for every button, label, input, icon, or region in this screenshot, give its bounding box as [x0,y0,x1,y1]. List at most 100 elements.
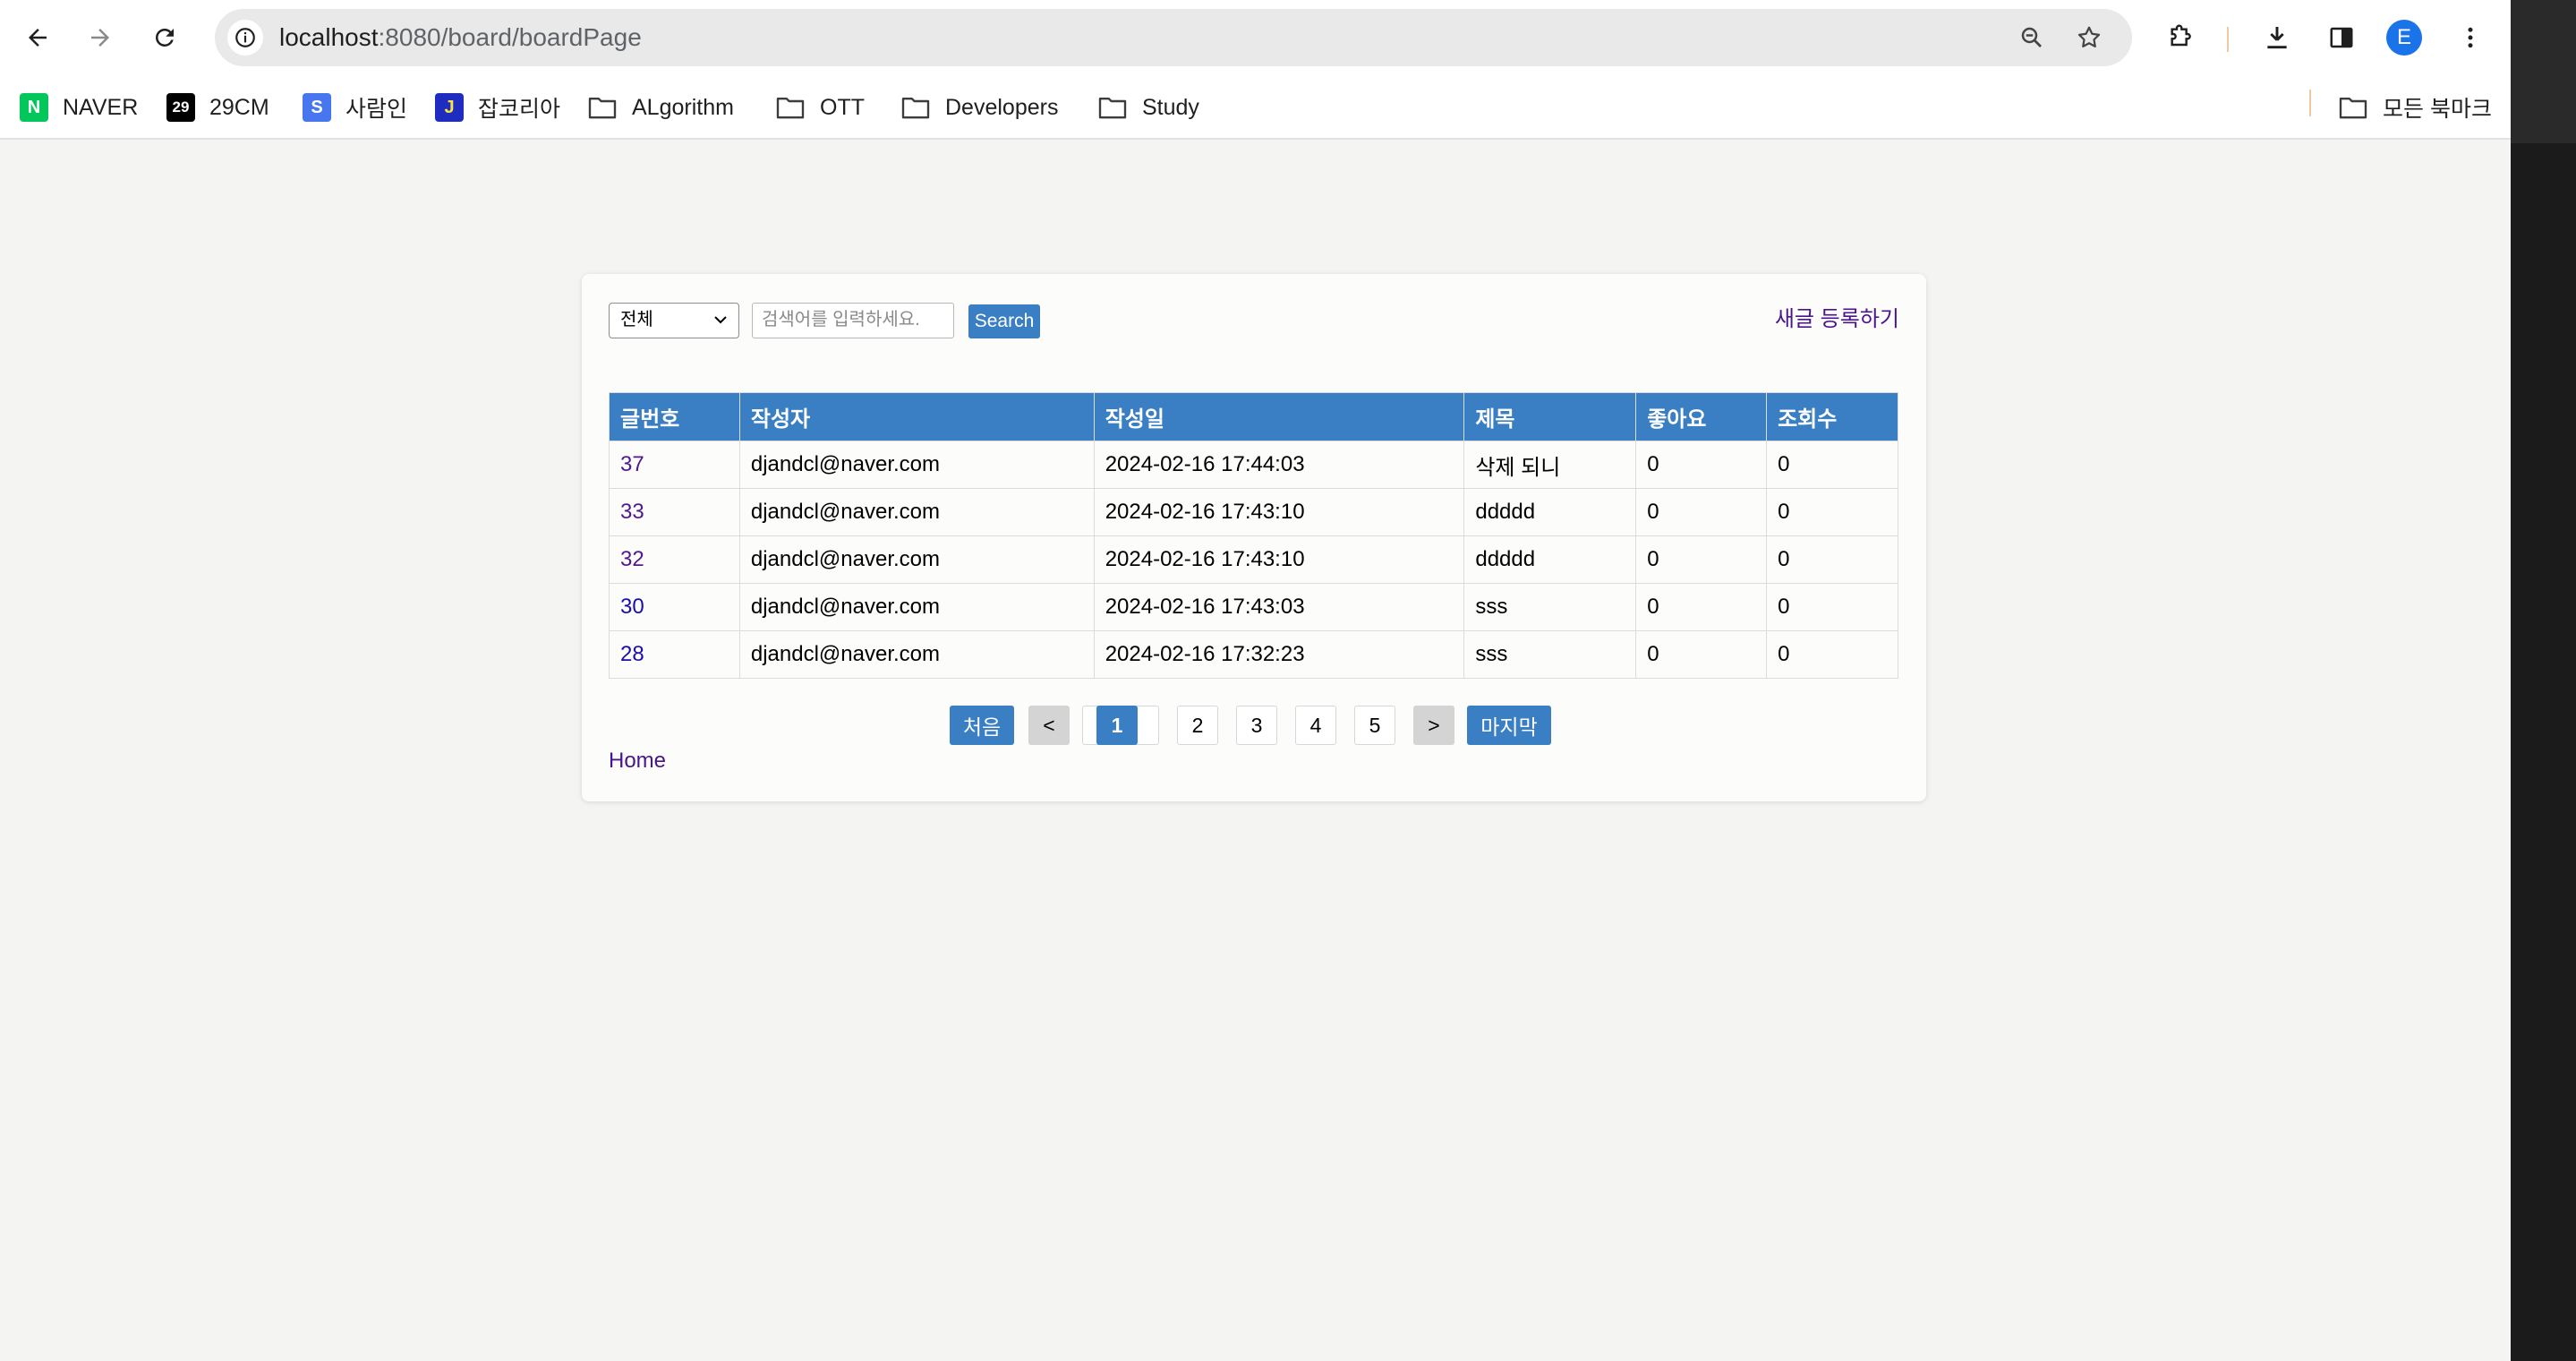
zoom-out-icon [2021,27,2042,47]
post-likes: 0 [1635,630,1768,679]
downloads-button[interactable] [2259,20,2295,56]
pagination-page-5[interactable]: 5 [1354,706,1395,745]
reload-icon [156,28,174,47]
post-views: 0 [1766,630,1898,679]
bookmarks-divider [2309,90,2311,116]
info-icon [235,28,255,47]
folder-icon [588,98,617,119]
puzzle-icon [2171,24,2191,47]
bookmark-29cm[interactable]: 29 29CM [166,75,269,140]
post-views: 0 [1766,441,1898,489]
29cm-icon: 29 [166,93,195,122]
bookmark-label: ALgorithm [632,94,734,120]
post-likes: 0 [1635,488,1768,536]
saramin-icon: S [303,93,331,122]
post-title: ddddd [1463,535,1637,584]
post-views: 0 [1766,535,1898,584]
post-likes: 0 [1635,441,1768,489]
pagination-first-button[interactable]: 처음 [950,706,1014,745]
page-content: 전체 검색어를 입력하세요. Search 새글 등록하기 글번호 작성자 작성… [0,140,2511,1361]
post-title: ddddd [1463,488,1637,536]
bookmark-label: Study [1142,94,1199,120]
post-number-link[interactable]: 32 [609,535,740,584]
pagination-page-3[interactable]: 3 [1236,706,1277,745]
post-title: sss [1463,630,1637,679]
browser-window: localhost:8080/board/boardPage E N NAVER [0,0,2511,1361]
post-likes: 0 [1635,535,1768,584]
background-window-body [2511,143,2576,1361]
bookmark-jobkorea[interactable]: J 잡코리아 [435,75,560,140]
pagination-page-4[interactable]: 4 [1295,706,1336,745]
pagination-last-button[interactable]: 마지막 [1467,706,1551,745]
bookmark-label: 29CM [209,94,269,120]
post-author: djandcl@naver.com [738,583,1095,631]
back-button[interactable] [20,20,55,56]
background-window-sliver [2511,0,2576,1361]
post-date: 2024-02-16 17:43:03 [1093,583,1465,631]
write-new-post-link[interactable]: 새글 등록하기 [1775,301,1899,332]
pagination-next-button[interactable]: > [1413,706,1454,745]
extensions-button[interactable] [2162,20,2198,56]
post-date: 2024-02-16 17:43:10 [1093,488,1465,536]
address-bar[interactable]: localhost:8080/board/boardPage [215,9,2132,66]
toolbar-divider [2227,27,2229,52]
url-path: :8080/board/boardPage [378,23,642,51]
bookmark-folder-developers[interactable]: Developers [900,75,1058,140]
site-info-button[interactable] [227,20,263,56]
bookmark-folder-study[interactable]: Study [1097,75,1199,140]
zoom-button[interactable] [2014,20,2050,56]
download-icon [2267,27,2287,49]
menu-button[interactable] [2452,20,2488,56]
browser-toolbar: localhost:8080/board/boardPage E [0,0,2511,75]
bookmark-saramin[interactable]: S 사람인 [303,75,407,140]
post-views: 0 [1766,488,1898,536]
table-row: 33 djandcl@naver.com 2024-02-16 17:43:10… [609,488,1898,536]
post-number-link[interactable]: 30 [609,583,740,631]
post-number-link[interactable]: 28 [609,630,740,679]
search-button[interactable]: Search [968,304,1040,338]
bookmark-folder-algorithm[interactable]: ALgorithm [587,75,734,140]
table-header-row: 글번호 작성자 작성일 제목 좋아요 조회수 [609,392,1898,441]
board-table: 글번호 작성자 작성일 제목 좋아요 조회수 37 djandcl@naver.… [609,392,1898,679]
profile-avatar[interactable]: E [2386,20,2422,56]
pagination-prev-button[interactable]: < [1028,706,1070,745]
star-icon [2077,26,2101,47]
col-header-likes: 좋아요 [1635,392,1768,441]
bookmark-naver[interactable]: N NAVER [20,75,138,140]
url-text[interactable]: localhost:8080/board/boardPage [279,9,642,66]
bookmarks-bar: N NAVER 29 29CM S 사람인 J 잡코리아 ALgorithm O… [0,75,2511,140]
post-views: 0 [1766,583,1898,631]
folder-icon [901,98,930,119]
post-title: 삭제 되니 [1463,441,1637,489]
search-input[interactable]: 검색어를 입력하세요. [752,303,954,338]
post-title: sss [1463,583,1637,631]
forward-button[interactable] [82,20,118,56]
all-bookmarks-folder[interactable]: 모든 북마크 [2338,75,2492,140]
post-number-link[interactable]: 37 [609,441,740,489]
bookmark-label: 사람인 [345,97,408,122]
side-panel-button[interactable] [2324,20,2359,56]
arrow-right-icon [91,29,109,47]
pagination-page-1[interactable]: 1 [1096,706,1138,745]
post-likes: 0 [1635,583,1768,631]
post-author: djandcl@naver.com [738,488,1095,536]
kebab-menu-icon [2468,27,2473,48]
table-row: 32 djandcl@naver.com 2024-02-16 17:43:10… [609,535,1898,584]
board-card: 전체 검색어를 입력하세요. Search 새글 등록하기 글번호 작성자 작성… [582,274,1926,801]
post-date: 2024-02-16 17:44:03 [1093,441,1465,489]
folder-icon [2339,98,2367,119]
all-bookmarks-label: 모든 북마크 [2383,97,2492,122]
side-panel-icon [2330,27,2353,48]
bookmark-folder-ott[interactable]: OTT [775,75,865,140]
post-number-link[interactable]: 33 [609,488,740,536]
search-type-select[interactable]: 전체 [609,303,739,338]
bookmark-label: NAVER [63,94,139,120]
reload-button[interactable] [147,20,183,56]
post-author: djandcl@naver.com [738,535,1095,584]
url-host: localhost [279,23,379,51]
bookmark-star-button[interactable] [2071,20,2107,56]
pagination-page-2[interactable]: 2 [1177,706,1218,745]
col-header-author: 작성자 [738,392,1095,441]
table-row: 28 djandcl@naver.com 2024-02-16 17:32:23… [609,630,1898,679]
home-link[interactable]: Home [609,749,666,774]
